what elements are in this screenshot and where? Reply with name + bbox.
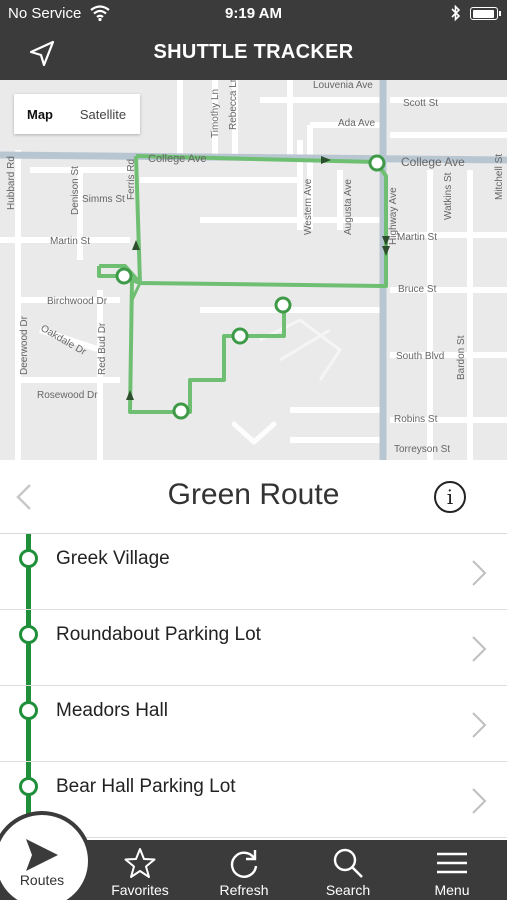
stop-label: Bear Hall Parking Lot: [56, 776, 236, 797]
street-label: South Blvd: [396, 351, 444, 362]
clock: 9:19 AM: [225, 5, 282, 22]
tab-search[interactable]: Search: [296, 840, 400, 900]
street-label: College Ave: [148, 153, 207, 165]
collapse-map-chevron-icon[interactable]: [230, 420, 278, 446]
list-item[interactable]: Greek Village: [0, 534, 507, 610]
app-header: SHUTTLE TRACKER: [0, 28, 507, 80]
menu-icon: [437, 852, 467, 874]
street-label: Simms St: [82, 194, 125, 205]
tab-label: Routes: [19, 872, 65, 888]
map-stop-marker: [231, 327, 249, 345]
list-item[interactable]: Meadors Hall: [0, 686, 507, 762]
street-label: Torreyson St: [394, 444, 450, 455]
street-label: College Ave: [401, 155, 465, 169]
street-label: Red Bud Dr: [97, 322, 108, 375]
tab-refresh[interactable]: Refresh: [192, 840, 296, 900]
street-label: Birchwood Dr: [47, 296, 108, 307]
map-stop-marker: [115, 267, 133, 285]
route-name: Green Route: [167, 478, 340, 511]
tab-label: Search: [325, 882, 371, 898]
stop-marker-icon: [19, 701, 38, 720]
navigation-arrow-icon: [26, 839, 58, 871]
status-bar: No Service 9:19 AM: [0, 0, 507, 28]
street-label: Watkins St: [443, 172, 454, 220]
map-stop-marker: [172, 402, 190, 420]
tab-label: Menu: [434, 882, 470, 898]
street-label: Martin St: [50, 236, 90, 247]
route-map[interactable]: Louvenia Ave Scott St Ada Ave College Av…: [0, 80, 507, 460]
refresh-icon: [230, 850, 258, 878]
search-icon: [333, 848, 363, 878]
street-label: Bardon St: [456, 335, 467, 380]
street-label: Ada Ave: [338, 118, 376, 129]
tab-routes[interactable]: Routes: [0, 815, 88, 900]
street-label: Bruce St: [398, 284, 437, 295]
stop-marker-icon: [19, 777, 38, 796]
stop-label: Greek Village: [56, 548, 170, 569]
map-canvas[interactable]: Louvenia Ave Scott St Ada Ave College Av…: [0, 80, 507, 460]
stop-label: Meadors Hall: [56, 700, 168, 721]
street-label: Ferris Rd: [126, 159, 137, 200]
street-label: Deerwood Dr: [19, 315, 30, 375]
list-item[interactable]: Roundabout Parking Lot: [0, 610, 507, 686]
street-label: Rebecca Ln: [228, 80, 239, 130]
street-label: Western Ave: [303, 178, 314, 235]
map-type-toggle: Map Satellite: [14, 94, 140, 134]
chevron-right-icon: [472, 636, 487, 662]
map-stop-marker: [368, 154, 386, 172]
page-title: SHUTTLE TRACKER: [153, 41, 354, 63]
street-label: Martin St: [397, 232, 437, 243]
bluetooth-icon: [451, 4, 461, 22]
stop-label: Roundabout Parking Lot: [56, 624, 261, 645]
stop-list: Greek Village Roundabout Parking Lot Mea…: [0, 534, 507, 840]
street-label: Denison St: [70, 166, 81, 215]
star-icon: [124, 848, 156, 878]
street-label: Mitchell St: [494, 154, 505, 200]
street-label: Robins St: [394, 414, 438, 425]
street-label: Rosewood Dr: [37, 390, 98, 401]
tab-menu[interactable]: Menu: [400, 840, 504, 900]
chevron-right-icon: [472, 560, 487, 586]
info-icon[interactable]: i: [434, 481, 466, 513]
tab-favorites[interactable]: Favorites: [88, 840, 192, 900]
stop-marker-icon: [19, 549, 38, 568]
street-label: Timothy Ln: [210, 89, 221, 138]
map-stop-marker: [274, 296, 292, 314]
route-header: Green Route i: [0, 460, 507, 534]
battery-icon: [470, 7, 501, 20]
satellite-option[interactable]: Satellite: [66, 107, 140, 122]
tab-label: Favorites: [111, 882, 169, 898]
tab-label: Refresh: [219, 882, 269, 898]
street-label: Louvenia Ave: [313, 80, 373, 91]
map-option[interactable]: Map: [14, 107, 66, 122]
street-label: Augusta Ave: [343, 179, 354, 235]
street-label: Scott St: [403, 98, 438, 109]
stop-marker-icon: [19, 625, 38, 644]
chevron-right-icon: [472, 712, 487, 738]
street-label: Hubbard Rd: [6, 156, 17, 210]
list-item[interactable]: Bear Hall Parking Lot: [0, 762, 507, 838]
chevron-right-icon: [472, 788, 487, 814]
